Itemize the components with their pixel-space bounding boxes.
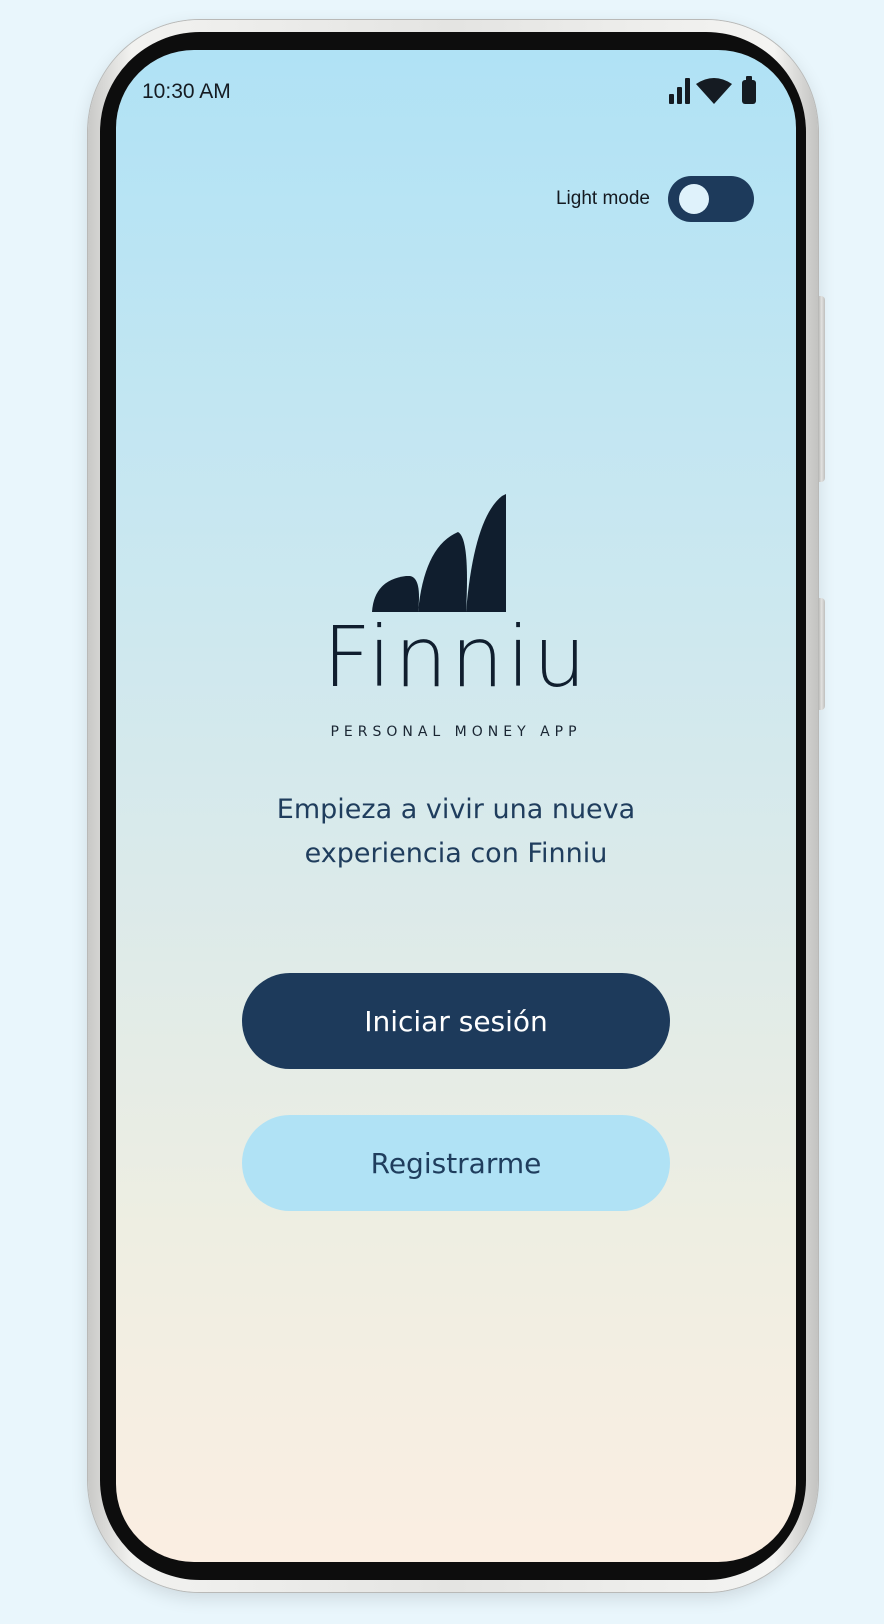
- battery-icon: [742, 76, 756, 104]
- status-icons: [669, 74, 756, 104]
- login-button[interactable]: Iniciar sesión: [242, 973, 670, 1069]
- finniu-logo-icon: [372, 494, 506, 612]
- signal-icon: [669, 78, 690, 104]
- side-power-button: [818, 598, 825, 710]
- theme-toggle-row: Light mode: [556, 176, 754, 222]
- toggle-knob: [679, 184, 709, 214]
- theme-toggle-switch[interactable]: [668, 176, 754, 222]
- welcome-tagline: Empieza a vivir una nueva experiencia co…: [276, 794, 636, 869]
- status-time: 10:30 AM: [142, 80, 231, 103]
- brand-name: Finniu: [322, 608, 590, 706]
- page: 10:30 AM Light mode Finniu PERSONAL MONE…: [0, 0, 884, 1624]
- side-volume-button: [818, 296, 825, 482]
- app-screen: 10:30 AM Light mode Finniu PERSONAL MONE…: [116, 50, 796, 1562]
- theme-toggle-label: Light mode: [555, 188, 650, 209]
- brand-subtitle: PERSONAL MONEY APP: [330, 724, 582, 740]
- register-button[interactable]: Registrarme: [242, 1115, 670, 1211]
- wifi-icon: [696, 78, 732, 104]
